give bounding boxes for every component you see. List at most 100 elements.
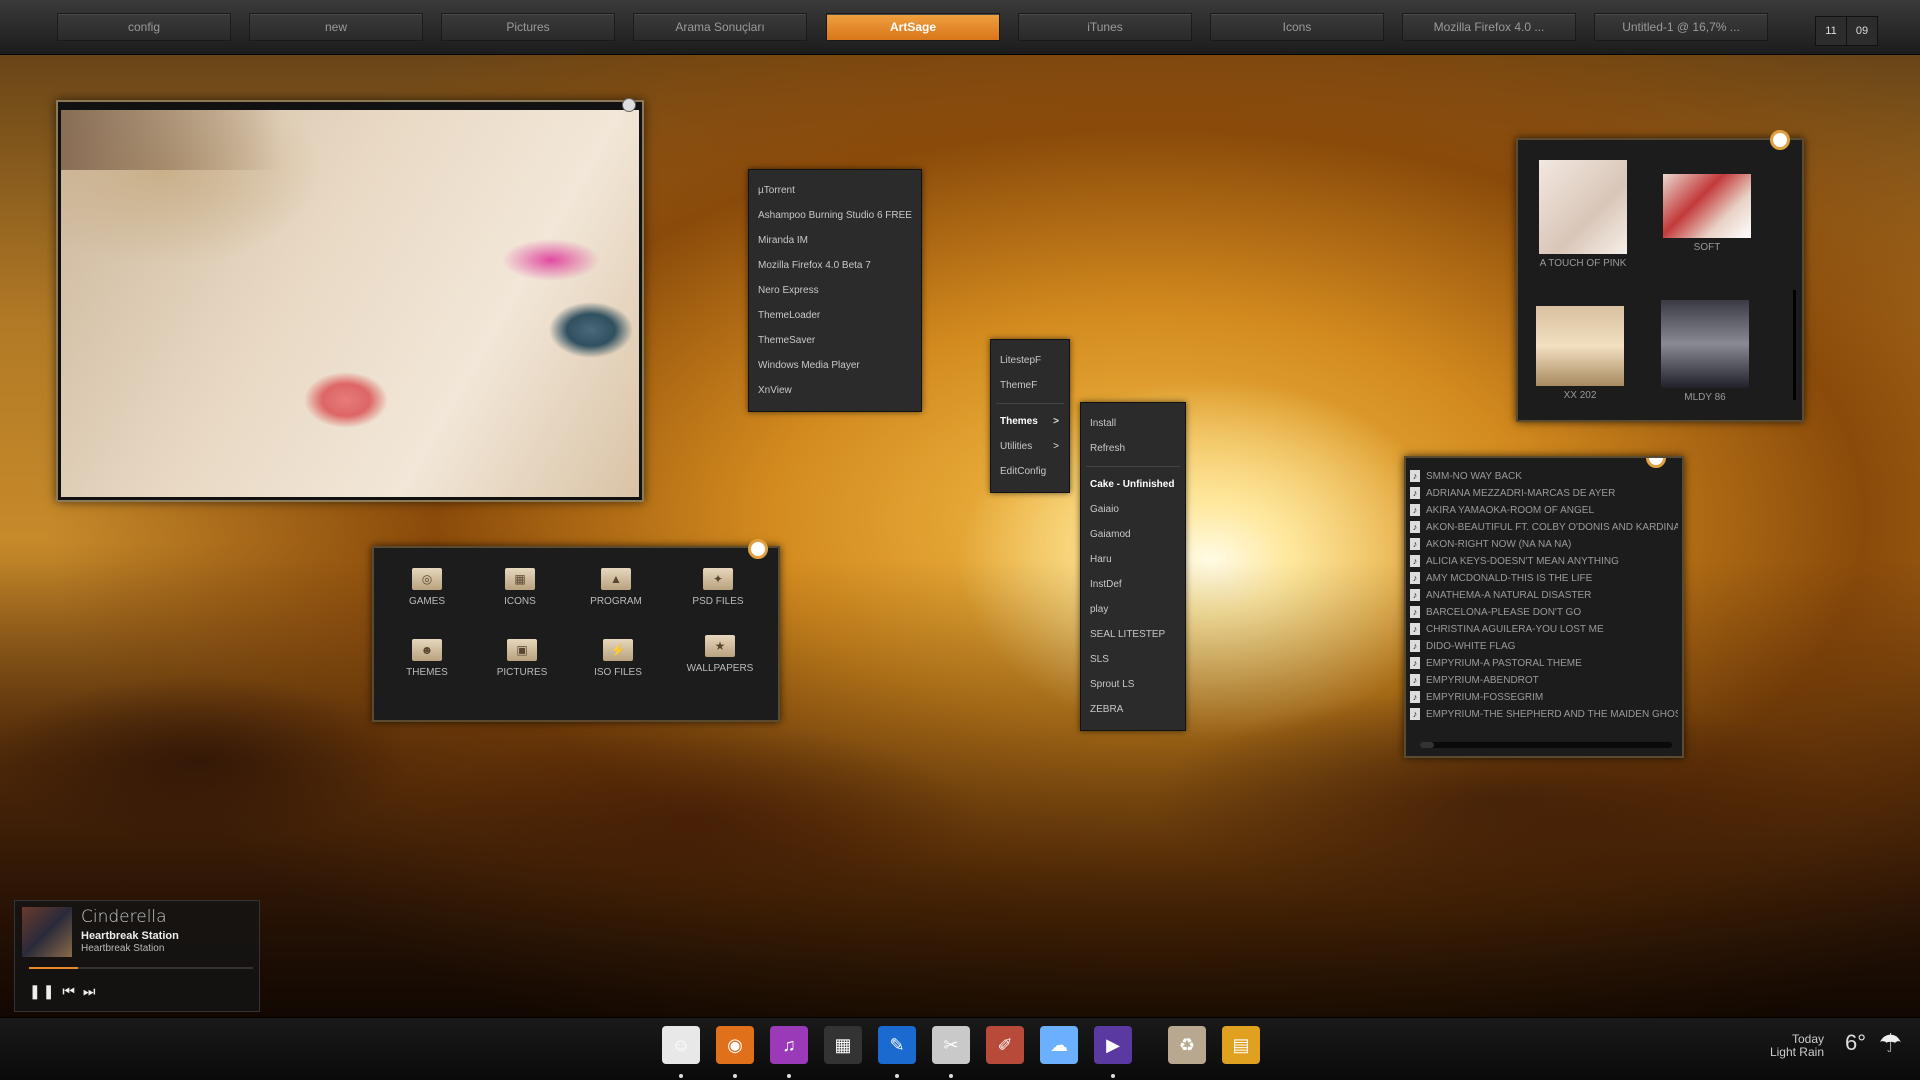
next-icon[interactable]: ⏭ [83, 983, 98, 999]
list-item[interactable]: ♪ SMM-NO WAY BACK [1408, 468, 1678, 485]
track-title: Cinderella [81, 907, 167, 927]
menu-item-utilities[interactable]: Utilities > [991, 434, 1069, 459]
pin-icon[interactable] [748, 539, 768, 559]
theme-item[interactable]: ZEBRA [1081, 697, 1185, 722]
finder-icon[interactable]: ☺ [662, 1026, 700, 1064]
horizontal-scrollbar[interactable] [1420, 742, 1672, 748]
inkscape-icon[interactable]: ✂ [932, 1026, 970, 1064]
chevron-right-icon: > [1053, 441, 1059, 452]
list-item[interactable]: ♪ ADRIANA MEZZADRI-MARCAS DE AYER [1408, 485, 1678, 502]
list-item[interactable]: ♪ ANATHEMA-A NATURAL DISASTER [1408, 587, 1678, 604]
theme-item[interactable]: Gaiaio [1081, 497, 1185, 522]
theme-item[interactable]: Cake - Unfinished [1081, 472, 1185, 497]
pin-icon[interactable] [622, 98, 636, 112]
folder-games[interactable]: ◎ GAMES [382, 568, 472, 607]
itunes-icon[interactable]: ♫ [770, 1026, 808, 1064]
pause-icon[interactable]: ❚❚ [29, 983, 56, 999]
progress-bar[interactable] [29, 967, 253, 969]
music-note-icon: ♪ [1410, 640, 1420, 652]
folder-themes[interactable]: ☻ THEMES [382, 639, 472, 678]
theme-item[interactable]: Sprout LS [1081, 672, 1185, 697]
list-item[interactable]: ♪ BARCELONA-PLEASE DON'T GO [1408, 604, 1678, 621]
media-player-icon[interactable]: ▶ [1094, 1026, 1132, 1064]
task-tab-untitled[interactable]: Untitled-1 @ 16,7% ... [1594, 13, 1768, 41]
folder-label: THEMES [406, 667, 448, 678]
cloud-icon[interactable]: ☁ [1040, 1026, 1078, 1064]
track-title: EMPYRIUM-A PASTORAL THEME [1426, 658, 1582, 669]
menu-item-themef[interactable]: ThemeF [991, 373, 1069, 398]
pin-icon[interactable] [1646, 458, 1666, 468]
running-indicator [949, 1074, 953, 1078]
folder-program[interactable]: ▲ PROGRAM [571, 568, 661, 607]
gallery-label: A TOUCH OF PINK [1539, 258, 1627, 269]
menu-item-ashampoo[interactable]: Ashampoo Burning Studio 6 FREE [749, 203, 921, 228]
css-editor-icon[interactable]: ✐ [986, 1026, 1024, 1064]
theme-item[interactable]: Haru [1081, 547, 1185, 572]
music-note-icon: ♪ [1410, 470, 1420, 482]
list-item[interactable]: ♪ AKON-BEAUTIFUL FT. COLBY O'DONIS AND KA… [1408, 519, 1678, 536]
list-item[interactable]: ♪ CHRISTINA AGUILERA-YOU LOST ME [1408, 621, 1678, 638]
folder-wallpapers[interactable]: ★ WALLPAPERS [675, 635, 765, 674]
gallery-thumb[interactable]: XX 202 [1535, 306, 1625, 401]
gallery-thumb[interactable]: A TOUCH OF PINK [1538, 160, 1628, 269]
task-tab-artsage[interactable]: ArtSage [826, 13, 1000, 41]
menu-item-wmp[interactable]: Windows Media Player [749, 353, 921, 378]
task-tab-icons[interactable]: Icons [1210, 13, 1384, 41]
menu-item-litestepf[interactable]: LitestepF [991, 348, 1069, 373]
pin-icon[interactable] [1770, 130, 1790, 150]
recycle-bin-icon[interactable]: ♻ [1168, 1026, 1206, 1064]
scrollbar[interactable] [1793, 290, 1796, 400]
menu-item-xnview[interactable]: XnView [749, 378, 921, 403]
task-tab-search-results[interactable]: Arama Sonuçları [633, 13, 807, 41]
list-item[interactable]: ♪ EMPYRIUM-THE SHEPHERD AND THE MAIDEN GH… [1408, 706, 1678, 723]
previous-icon[interactable]: ⏮ [62, 983, 77, 999]
theme-item[interactable]: play [1081, 597, 1185, 622]
track-title: AMY MCDONALD-THIS IS THE LIFE [1426, 573, 1593, 584]
menu-item-miranda[interactable]: Miranda IM [749, 228, 921, 253]
track-title: ANATHEMA-A NATURAL DISASTER [1426, 590, 1592, 601]
theme-item[interactable]: InstDef [1081, 572, 1185, 597]
list-item[interactable]: ♪ AKON-RIGHT NOW (NA NA NA) [1408, 536, 1678, 553]
folder-psd-files[interactable]: ✦ PSD FILES [673, 568, 763, 607]
folder-pictures[interactable]: ▣ PICTURES [477, 639, 567, 678]
music-note-icon: ♪ [1410, 538, 1420, 550]
menu-item-nero[interactable]: Nero Express [749, 278, 921, 303]
rain-cloud-icon: ☂ [1878, 1028, 1902, 1058]
gallery-thumb[interactable]: MLDY 86 [1660, 300, 1750, 403]
menu-item-themesaver[interactable]: ThemeSaver [749, 328, 921, 353]
task-tab-config[interactable]: config [57, 13, 231, 41]
menu-item-utorrent[interactable]: µTorrent [749, 178, 921, 203]
theme-item[interactable]: SLS [1081, 647, 1185, 672]
menu-item-install[interactable]: Install [1081, 411, 1185, 436]
list-item[interactable]: ♪ EMPYRIUM-ABENDROT [1408, 672, 1678, 689]
menu-item-editconfig[interactable]: EditConfig [991, 459, 1069, 484]
gallery-thumb[interactable]: SOFT [1662, 168, 1752, 253]
weather-condition: Light Rain [1769, 1045, 1824, 1059]
folder-iso-files[interactable]: ⚡ ISO FILES [573, 639, 663, 678]
menu-item-refresh[interactable]: Refresh [1081, 436, 1185, 461]
folder-icons[interactable]: ▦ ICONS [475, 568, 565, 607]
now-playing-widget: Cinderella Heartbreak Station Heartbreak… [14, 900, 260, 1012]
video-editor-icon[interactable]: ▦ [824, 1026, 862, 1064]
notes-icon[interactable]: ▤ [1222, 1026, 1260, 1064]
theme-item[interactable]: SEAL LITESTEP [1081, 622, 1185, 647]
menu-item-themeloader[interactable]: ThemeLoader [749, 303, 921, 328]
list-item[interactable]: ♪ EMPYRIUM-A PASTORAL THEME [1408, 655, 1678, 672]
menu-item-firefox[interactable]: Mozilla Firefox 4.0 Beta 7 [749, 253, 921, 278]
task-tab-pictures[interactable]: Pictures [441, 13, 615, 41]
scrollbar-thumb[interactable] [1420, 742, 1434, 748]
task-tab-itunes[interactable]: iTunes [1018, 13, 1192, 41]
list-item[interactable]: ♪ AKIRA YAMAOKA-ROOM OF ANGEL [1408, 502, 1678, 519]
list-item[interactable]: ♪ EMPYRIUM-FOSSEGRIM [1408, 689, 1678, 706]
theme-item[interactable]: Gaiamod [1081, 522, 1185, 547]
menu-item-themes[interactable]: Themes > [991, 409, 1069, 434]
firefox-icon[interactable]: ◉ [716, 1026, 754, 1064]
list-item[interactable]: ♪ AMY MCDONALD-THIS IS THE LIFE [1408, 570, 1678, 587]
mail-icon[interactable]: ✎ [878, 1026, 916, 1064]
music-note-icon: ♪ [1410, 674, 1420, 686]
task-tab-firefox[interactable]: Mozilla Firefox 4.0 ... [1402, 13, 1576, 41]
track-title: ALICIA KEYS-DOESN'T MEAN ANYTHING [1426, 556, 1619, 567]
list-item[interactable]: ♪ DIDO-WHITE FLAG [1408, 638, 1678, 655]
task-tab-new[interactable]: new [249, 13, 423, 41]
list-item[interactable]: ♪ ALICIA KEYS-DOESN'T MEAN ANYTHING [1408, 553, 1678, 570]
